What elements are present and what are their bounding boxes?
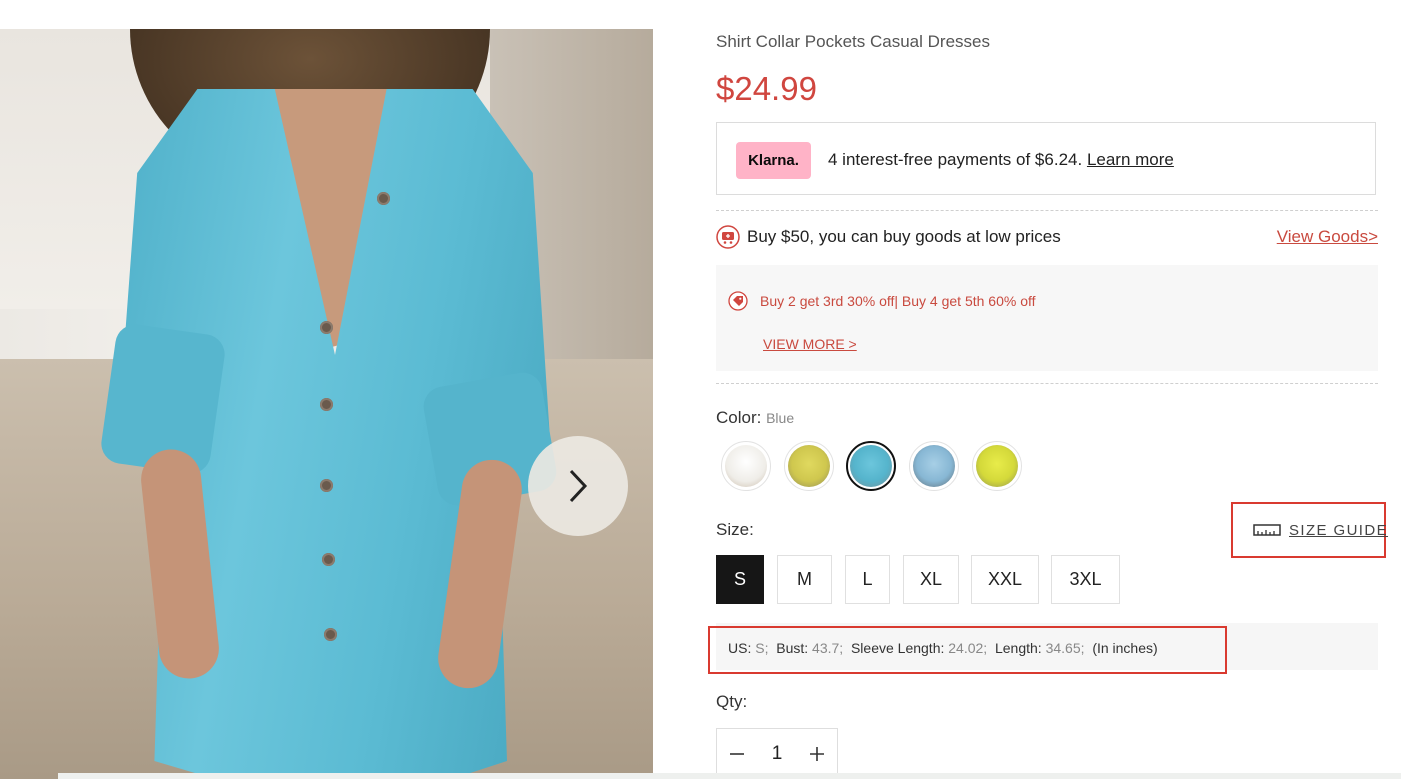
minus-icon bbox=[730, 753, 744, 755]
view-goods-link[interactable]: View Goods> bbox=[1277, 227, 1378, 247]
klarna-banner: Klarna. 4 interest-free payments of $6.2… bbox=[716, 122, 1376, 195]
size-option-s[interactable]: S bbox=[716, 555, 764, 604]
qty-label: Qty: bbox=[716, 692, 748, 711]
dress-button bbox=[377, 192, 390, 205]
swatch-image bbox=[976, 445, 1018, 487]
size-label: Size: bbox=[716, 520, 754, 539]
dress-button bbox=[320, 321, 333, 334]
swatch-image bbox=[850, 445, 892, 487]
tag-icon bbox=[728, 291, 748, 311]
color-swatch-yellow-green[interactable] bbox=[784, 441, 834, 491]
plus-icon bbox=[810, 747, 824, 761]
color-swatch-blue[interactable] bbox=[846, 441, 896, 491]
view-more-link[interactable]: VIEW MORE > bbox=[763, 336, 857, 352]
swatch-image bbox=[788, 445, 830, 487]
klarna-learn-more-link[interactable]: Learn more bbox=[1087, 150, 1174, 169]
color-swatch-light-blue[interactable] bbox=[909, 441, 959, 491]
promo-text: Buy $50, you can buy goods at low prices bbox=[747, 227, 1061, 246]
qty-increase-button[interactable] bbox=[802, 739, 832, 769]
quantity-stepper: 1 bbox=[716, 728, 838, 779]
size-option-3xl[interactable]: 3XL bbox=[1051, 555, 1120, 604]
chevron-right-icon bbox=[569, 469, 588, 503]
size-option-xxl[interactable]: XXL bbox=[971, 555, 1039, 604]
klarna-message: 4 interest-free payments of $6.24. Learn… bbox=[828, 150, 1174, 170]
qty-value[interactable]: 1 bbox=[757, 743, 797, 765]
size-option-m[interactable]: M bbox=[777, 555, 832, 604]
swatch-image bbox=[913, 445, 955, 487]
size-guide-text: SIZE GUIDE bbox=[1289, 521, 1389, 539]
dress-button bbox=[320, 398, 333, 411]
size-option-xl[interactable]: XL bbox=[903, 555, 959, 604]
color-label: Color: Blue bbox=[716, 408, 794, 428]
discount-box: Buy 2 get 3rd 30% off| Buy 4 get 5th 60%… bbox=[716, 265, 1378, 371]
cart-icon bbox=[716, 225, 740, 249]
next-image-button[interactable] bbox=[528, 436, 628, 536]
ruler-icon bbox=[1253, 524, 1281, 536]
dress-button bbox=[320, 479, 333, 492]
swatch-image bbox=[725, 445, 767, 487]
measurements-highlight bbox=[708, 626, 1227, 674]
discount-text: Buy 2 get 3rd 30% off| Buy 4 get 5th 60%… bbox=[760, 293, 1036, 309]
product-price: $24.99 bbox=[716, 70, 817, 107]
product-image bbox=[0, 29, 653, 779]
dress-button bbox=[322, 553, 335, 566]
product-title: Shirt Collar Pockets Casual Dresses bbox=[716, 32, 990, 51]
size-guide-link[interactable]: SIZE GUIDE bbox=[1253, 519, 1388, 541]
color-swatch-yellow[interactable] bbox=[972, 441, 1022, 491]
size-option-l[interactable]: L bbox=[845, 555, 890, 604]
dress-button bbox=[324, 628, 337, 641]
qty-decrease-button[interactable] bbox=[722, 739, 752, 769]
color-swatch-white[interactable] bbox=[721, 441, 771, 491]
divider bbox=[716, 383, 1378, 384]
color-label-text: Color: bbox=[716, 408, 762, 427]
divider bbox=[716, 210, 1378, 211]
klarna-logo: Klarna. bbox=[736, 142, 811, 179]
promo-row: Buy $50, you can buy goods at low prices… bbox=[716, 225, 1378, 253]
color-selected-value: Blue bbox=[766, 410, 795, 426]
klarna-text: 4 interest-free payments of $6.24. bbox=[828, 150, 1083, 169]
bottom-strip bbox=[58, 773, 1401, 779]
